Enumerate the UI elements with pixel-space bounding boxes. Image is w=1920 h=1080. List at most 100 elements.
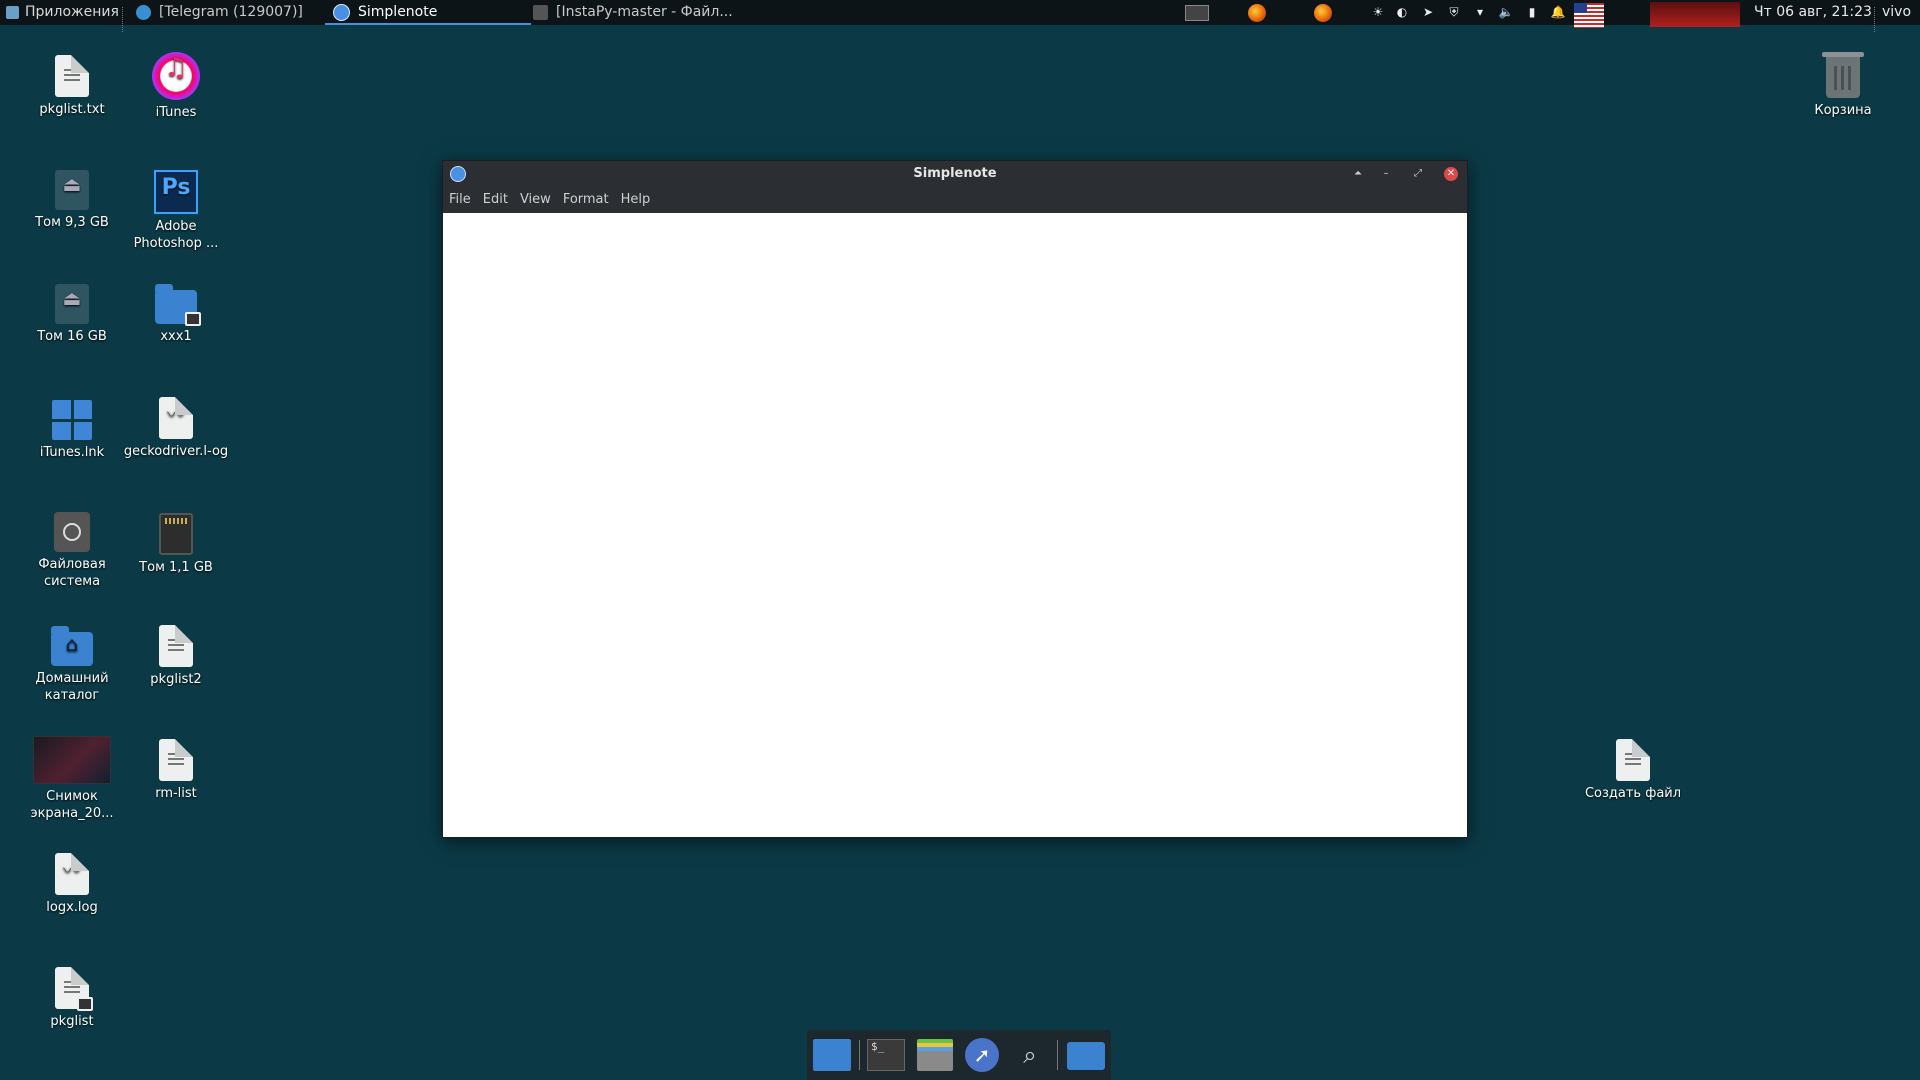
- desktop-icon-trash[interactable]: Корзина: [1788, 52, 1898, 119]
- desktop-icon-label: Том 9,3 GB: [35, 215, 109, 230]
- volume-icon[interactable]: 🔈: [1498, 0, 1514, 25]
- desktop-icon-logx-log[interactable]: logx.log: [17, 850, 127, 916]
- folder-icon[interactable]: [1067, 1042, 1105, 1070]
- shade-icon[interactable]: ⏶: [1351, 167, 1365, 181]
- desktop-icon-filesystem[interactable]: Файловая система: [17, 508, 127, 590]
- desktop-icon-pkglist[interactable]: pkglist: [17, 964, 127, 1030]
- firefox-launcher-2[interactable]: [1304, 0, 1342, 25]
- redshift-icon[interactable]: ◐: [1394, 0, 1410, 25]
- desktop-icon-label: pkglist2: [150, 672, 202, 687]
- desktop-icon-label: iTunes.lnk: [39, 445, 105, 460]
- text-file-icon: [1616, 739, 1650, 781]
- applications-menu-label: Приложения: [25, 4, 119, 20]
- taskbar-item-label: [InstaPy-master - Файл...: [556, 4, 733, 20]
- battery-icon[interactable]: ▮: [1524, 0, 1540, 25]
- menu-edit[interactable]: Edit: [477, 187, 514, 213]
- applications-menu[interactable]: Приложения: [0, 0, 119, 25]
- note-content-area[interactable]: [443, 213, 1467, 837]
- desktop-icon-label: Том 16 GB: [37, 329, 107, 344]
- menu-file[interactable]: File: [443, 187, 477, 213]
- desktop-icon-label: iTunes: [155, 105, 197, 120]
- desktop-icon-label: xxx1: [160, 329, 192, 344]
- lock-icon: [185, 312, 201, 326]
- desktop-icon-label: Том 1,1 GB: [139, 560, 213, 575]
- taskbar-item-label: [Telegram (129007)]: [159, 4, 303, 20]
- maximize-icon[interactable]: ⤢: [1411, 167, 1425, 181]
- show-desktop-icon[interactable]: [813, 1039, 851, 1071]
- desktop-icon-create-file[interactable]: Создать файл: [1578, 736, 1688, 802]
- mouse-cursor-icon: [1157, 713, 1163, 727]
- file-manager-icon[interactable]: [917, 1039, 953, 1071]
- clock[interactable]: Чт 06 авг, 21:23: [1754, 0, 1872, 25]
- desktop-icon-xxx1[interactable]: xxx1: [121, 280, 231, 345]
- wifi-icon[interactable]: ▾: [1472, 0, 1488, 25]
- simplenote-window[interactable]: Simplenote ⏶ – ⤢ ✕ File Edit View Format…: [442, 160, 1468, 838]
- workspace-switcher[interactable]: [1178, 0, 1216, 25]
- weather-icon[interactable]: ☀: [1370, 0, 1386, 25]
- cpu-graph-widget[interactable]: [1650, 2, 1740, 27]
- filesystem-icon: [54, 512, 90, 552]
- photoshop-icon: [154, 170, 198, 214]
- menu-bar: File Edit View Format Help: [443, 187, 1467, 213]
- desktop-icon-label: geckodriver.l-og: [123, 444, 229, 459]
- taskbar-item-telegram[interactable]: [Telegram (129007)]: [128, 0, 334, 25]
- desktop-icon-rm-list[interactable]: rm-list: [121, 736, 231, 802]
- keyboard-layout-flag-icon[interactable]: [1574, 3, 1604, 28]
- desktop-icon-label: Домашний каталог: [35, 671, 109, 703]
- dock-separator: [1057, 1040, 1058, 1070]
- desktop-icon-label: Файловая система: [38, 557, 106, 589]
- drive-icon: [55, 170, 89, 210]
- log-file-icon: [55, 853, 89, 895]
- desktop-icon-screenshot[interactable]: Снимок экрана_20...: [17, 736, 127, 822]
- telegram-tray-icon[interactable]: ➤: [1420, 0, 1436, 25]
- desktop-icon-label: Adobe Photoshop ...: [133, 219, 219, 251]
- workspace-icon: [1185, 4, 1209, 21]
- desktop-icon-photoshop[interactable]: Adobe Photoshop ...: [121, 166, 231, 252]
- desktop-icon-label: Снимок экрана_20...: [30, 789, 114, 821]
- vpn-shield-icon[interactable]: ⛨: [1446, 0, 1462, 25]
- desktop-icon-geckodriver-log[interactable]: geckodriver.l-og: [121, 394, 231, 460]
- menu-view[interactable]: View: [514, 187, 557, 213]
- firefox-icon: [1248, 3, 1266, 22]
- desktop-icon-home[interactable]: Домашний каталог: [17, 622, 127, 704]
- desktop-icon-label: pkglist: [50, 1014, 94, 1029]
- lock-icon: [77, 997, 93, 1011]
- desktop-icon-pkglist-txt[interactable]: pkglist.txt: [17, 52, 127, 118]
- minimize-icon[interactable]: –: [1379, 167, 1393, 181]
- locked-text-file-icon: [55, 967, 93, 1011]
- taskbar-item-simplenote[interactable]: Simplenote: [325, 0, 531, 25]
- search-icon[interactable]: ⌕: [1013, 1039, 1047, 1071]
- desktop-icon-itunes-lnk[interactable]: iTunes.lnk: [17, 394, 127, 461]
- sd-card-icon: [159, 513, 193, 555]
- firefox-launcher[interactable]: [1238, 0, 1276, 25]
- firefox-icon: [1314, 3, 1332, 22]
- menu-format[interactable]: Format: [557, 187, 615, 213]
- user-menu[interactable]: vivo: [1882, 0, 1911, 25]
- text-file-icon: [159, 739, 193, 781]
- trash-icon: [1822, 52, 1864, 98]
- menu-help[interactable]: Help: [615, 187, 657, 213]
- top-panel: Приложения [Telegram (129007)] Simplenot…: [0, 0, 1920, 32]
- desktop-icon-label: logx.log: [46, 900, 98, 915]
- desktop-icon-label: pkglist.txt: [39, 102, 105, 117]
- window-title: Simplenote: [913, 166, 997, 181]
- applications-menu-icon: [6, 6, 19, 19]
- taskbar-item-file-manager[interactable]: [InstaPy-master - Файл...: [525, 0, 761, 25]
- log-file-icon: [159, 397, 193, 439]
- desktop-icon-itunes[interactable]: iTunes: [121, 52, 231, 121]
- simplenote-icon: [333, 4, 350, 21]
- text-file-icon: [159, 625, 193, 667]
- desktop-icon-volume-16gb[interactable]: Том 16 GB: [17, 280, 127, 345]
- window-titlebar[interactable]: Simplenote ⏶ – ⤢ ✕: [443, 161, 1467, 187]
- terminal-icon[interactable]: $_: [867, 1039, 905, 1071]
- desktop-icon-volume-9gb[interactable]: Том 9,3 GB: [17, 166, 127, 231]
- panel-separator: [1874, 7, 1879, 32]
- desktop-icon-label: Корзина: [1814, 103, 1872, 118]
- browser-icon[interactable]: ➚: [965, 1038, 999, 1072]
- desktop-icon-volume-1gb[interactable]: Том 1,1 GB: [121, 508, 231, 576]
- telegram-icon: [136, 5, 151, 20]
- close-icon[interactable]: ✕: [1444, 167, 1458, 181]
- dock-separator: [859, 1040, 860, 1070]
- desktop-icon-pkglist2[interactable]: pkglist2: [121, 622, 231, 688]
- notifications-icon[interactable]: 🔔: [1550, 0, 1566, 25]
